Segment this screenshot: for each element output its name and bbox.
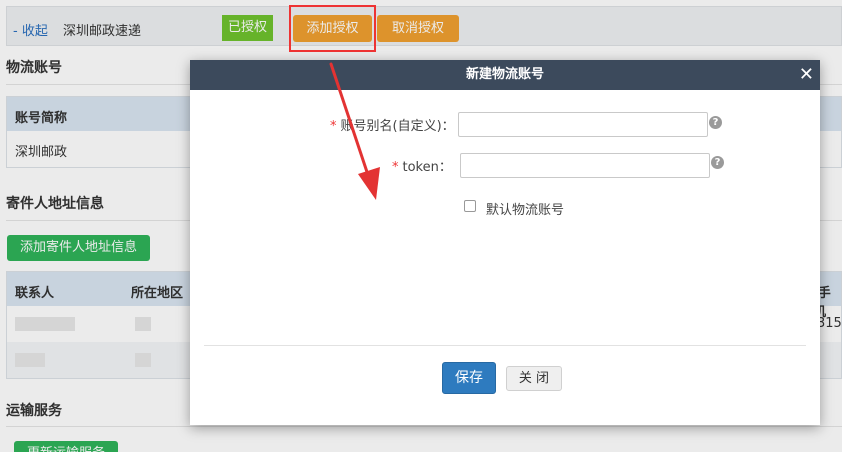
required-mark: * [330, 119, 337, 134]
close-button[interactable]: 关 闭 [506, 366, 562, 391]
default-account-label: 默认物流账号 [486, 203, 565, 218]
dialog-header: 新建物流账号 ✕ [190, 60, 820, 90]
save-button[interactable]: 保存 [442, 362, 496, 394]
alias-field-label: * 账号别名(自定义)： [330, 119, 455, 134]
token-input[interactable] [460, 153, 710, 178]
default-account-checkbox[interactable] [464, 200, 476, 212]
help-icon[interactable]: ? [711, 156, 724, 169]
token-field-label: * token： [392, 160, 452, 175]
annotation-highlight-box [289, 5, 376, 52]
dialog-footer-divider [204, 345, 806, 346]
close-icon[interactable]: ✕ [799, 60, 814, 90]
dialog-title: 新建物流账号 [465, 67, 544, 82]
alias-input[interactable] [458, 112, 708, 137]
required-mark: * [392, 160, 399, 175]
help-icon[interactable]: ? [709, 116, 722, 129]
new-logistics-account-dialog: 新建物流账号 ✕ * 账号别名(自定义)： ? * token： ? 默认物流账号 … [190, 60, 820, 425]
